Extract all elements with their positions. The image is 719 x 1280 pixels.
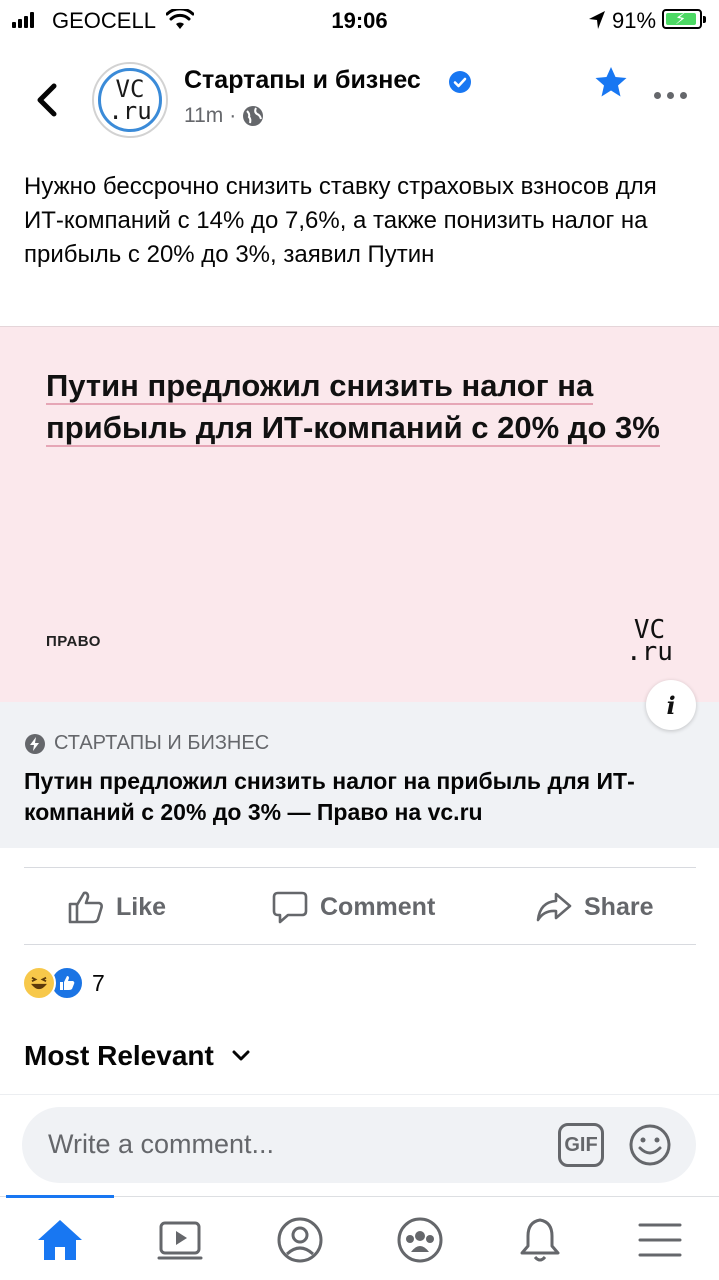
post-meta: 11m · [184, 104, 264, 128]
meta-separator: · [229, 104, 237, 127]
tab-menu[interactable] [635, 1215, 685, 1265]
gif-button[interactable]: GIF [558, 1123, 604, 1167]
battery-icon: ⚡ [662, 9, 706, 29]
post-time: 11m [184, 104, 224, 127]
reactions-summary[interactable]: 7 [22, 966, 105, 1000]
more-options-icon[interactable] [654, 92, 687, 99]
tab-watch[interactable] [155, 1215, 205, 1265]
info-button[interactable]: i [646, 680, 696, 730]
emoji-icon[interactable] [628, 1123, 672, 1167]
tab-notifications[interactable] [515, 1215, 565, 1265]
comment-placeholder: Write a comment... [48, 1129, 275, 1159]
location-arrow-icon [589, 11, 605, 29]
page-avatar[interactable]: VC .ru [92, 62, 168, 138]
tab-groups[interactable] [395, 1215, 445, 1265]
comment-button[interactable]: Comment [272, 890, 435, 924]
verified-badge-icon [449, 71, 471, 93]
link-preview-image[interactable]: Путин предложил снизить налог на прибыль… [0, 326, 719, 702]
avatar-logo-line2: .ru [108, 97, 152, 125]
preview-category: ПРАВО [46, 633, 101, 650]
page-name[interactable]: Стартапы и бизнес [184, 66, 421, 95]
like-icon [68, 891, 103, 924]
like-button[interactable]: Like [68, 890, 166, 924]
video-icon [157, 1221, 203, 1260]
status-bar: GEOCELL 19:06 91% ⚡ [0, 0, 719, 44]
haha-reaction-icon [22, 966, 56, 1000]
bell-icon [520, 1218, 560, 1262]
favorite-star-icon[interactable] [594, 66, 628, 98]
comment-sort-dropdown[interactable]: Most Relevant [24, 1040, 250, 1072]
post-actions: Like Comment Share [0, 868, 719, 944]
comment-input[interactable]: Write a comment... GIF [22, 1107, 696, 1183]
bottom-tab-bar [0, 1195, 719, 1280]
back-button[interactable] [30, 78, 70, 122]
reaction-count: 7 [92, 969, 105, 996]
hamburger-menu-icon [638, 1223, 682, 1257]
divider [24, 944, 696, 945]
comment-bar: Write a comment... GIF [0, 1094, 719, 1194]
vc-logo: VC .ru [626, 615, 673, 667]
active-tab-indicator [6, 1195, 114, 1198]
link-info-box[interactable]: СТАРТАПЫ И БИЗНЕС Путин предложил снизит… [0, 702, 719, 848]
link-source: СТАРТАПЫ И БИЗНЕС [24, 732, 269, 755]
profile-icon [277, 1217, 323, 1263]
battery-percentage: 91% [612, 8, 657, 33]
link-title: Путин предложил снизить налог на прибыль… [24, 768, 635, 825]
tab-profile[interactable] [275, 1215, 325, 1265]
post-text: Нужно бессрочно снизить ставку страховых… [24, 173, 657, 268]
tab-home[interactable] [35, 1215, 85, 1265]
instant-article-bolt-icon [25, 733, 45, 754]
chevron-down-icon [232, 1050, 250, 1061]
home-icon [38, 1220, 82, 1260]
preview-headline: Путин предложил снизить налог на прибыль… [46, 368, 660, 447]
share-icon [536, 892, 572, 922]
groups-icon [397, 1217, 443, 1263]
share-button[interactable]: Share [536, 890, 653, 924]
globe-icon [243, 106, 264, 126]
comment-icon [272, 891, 308, 924]
